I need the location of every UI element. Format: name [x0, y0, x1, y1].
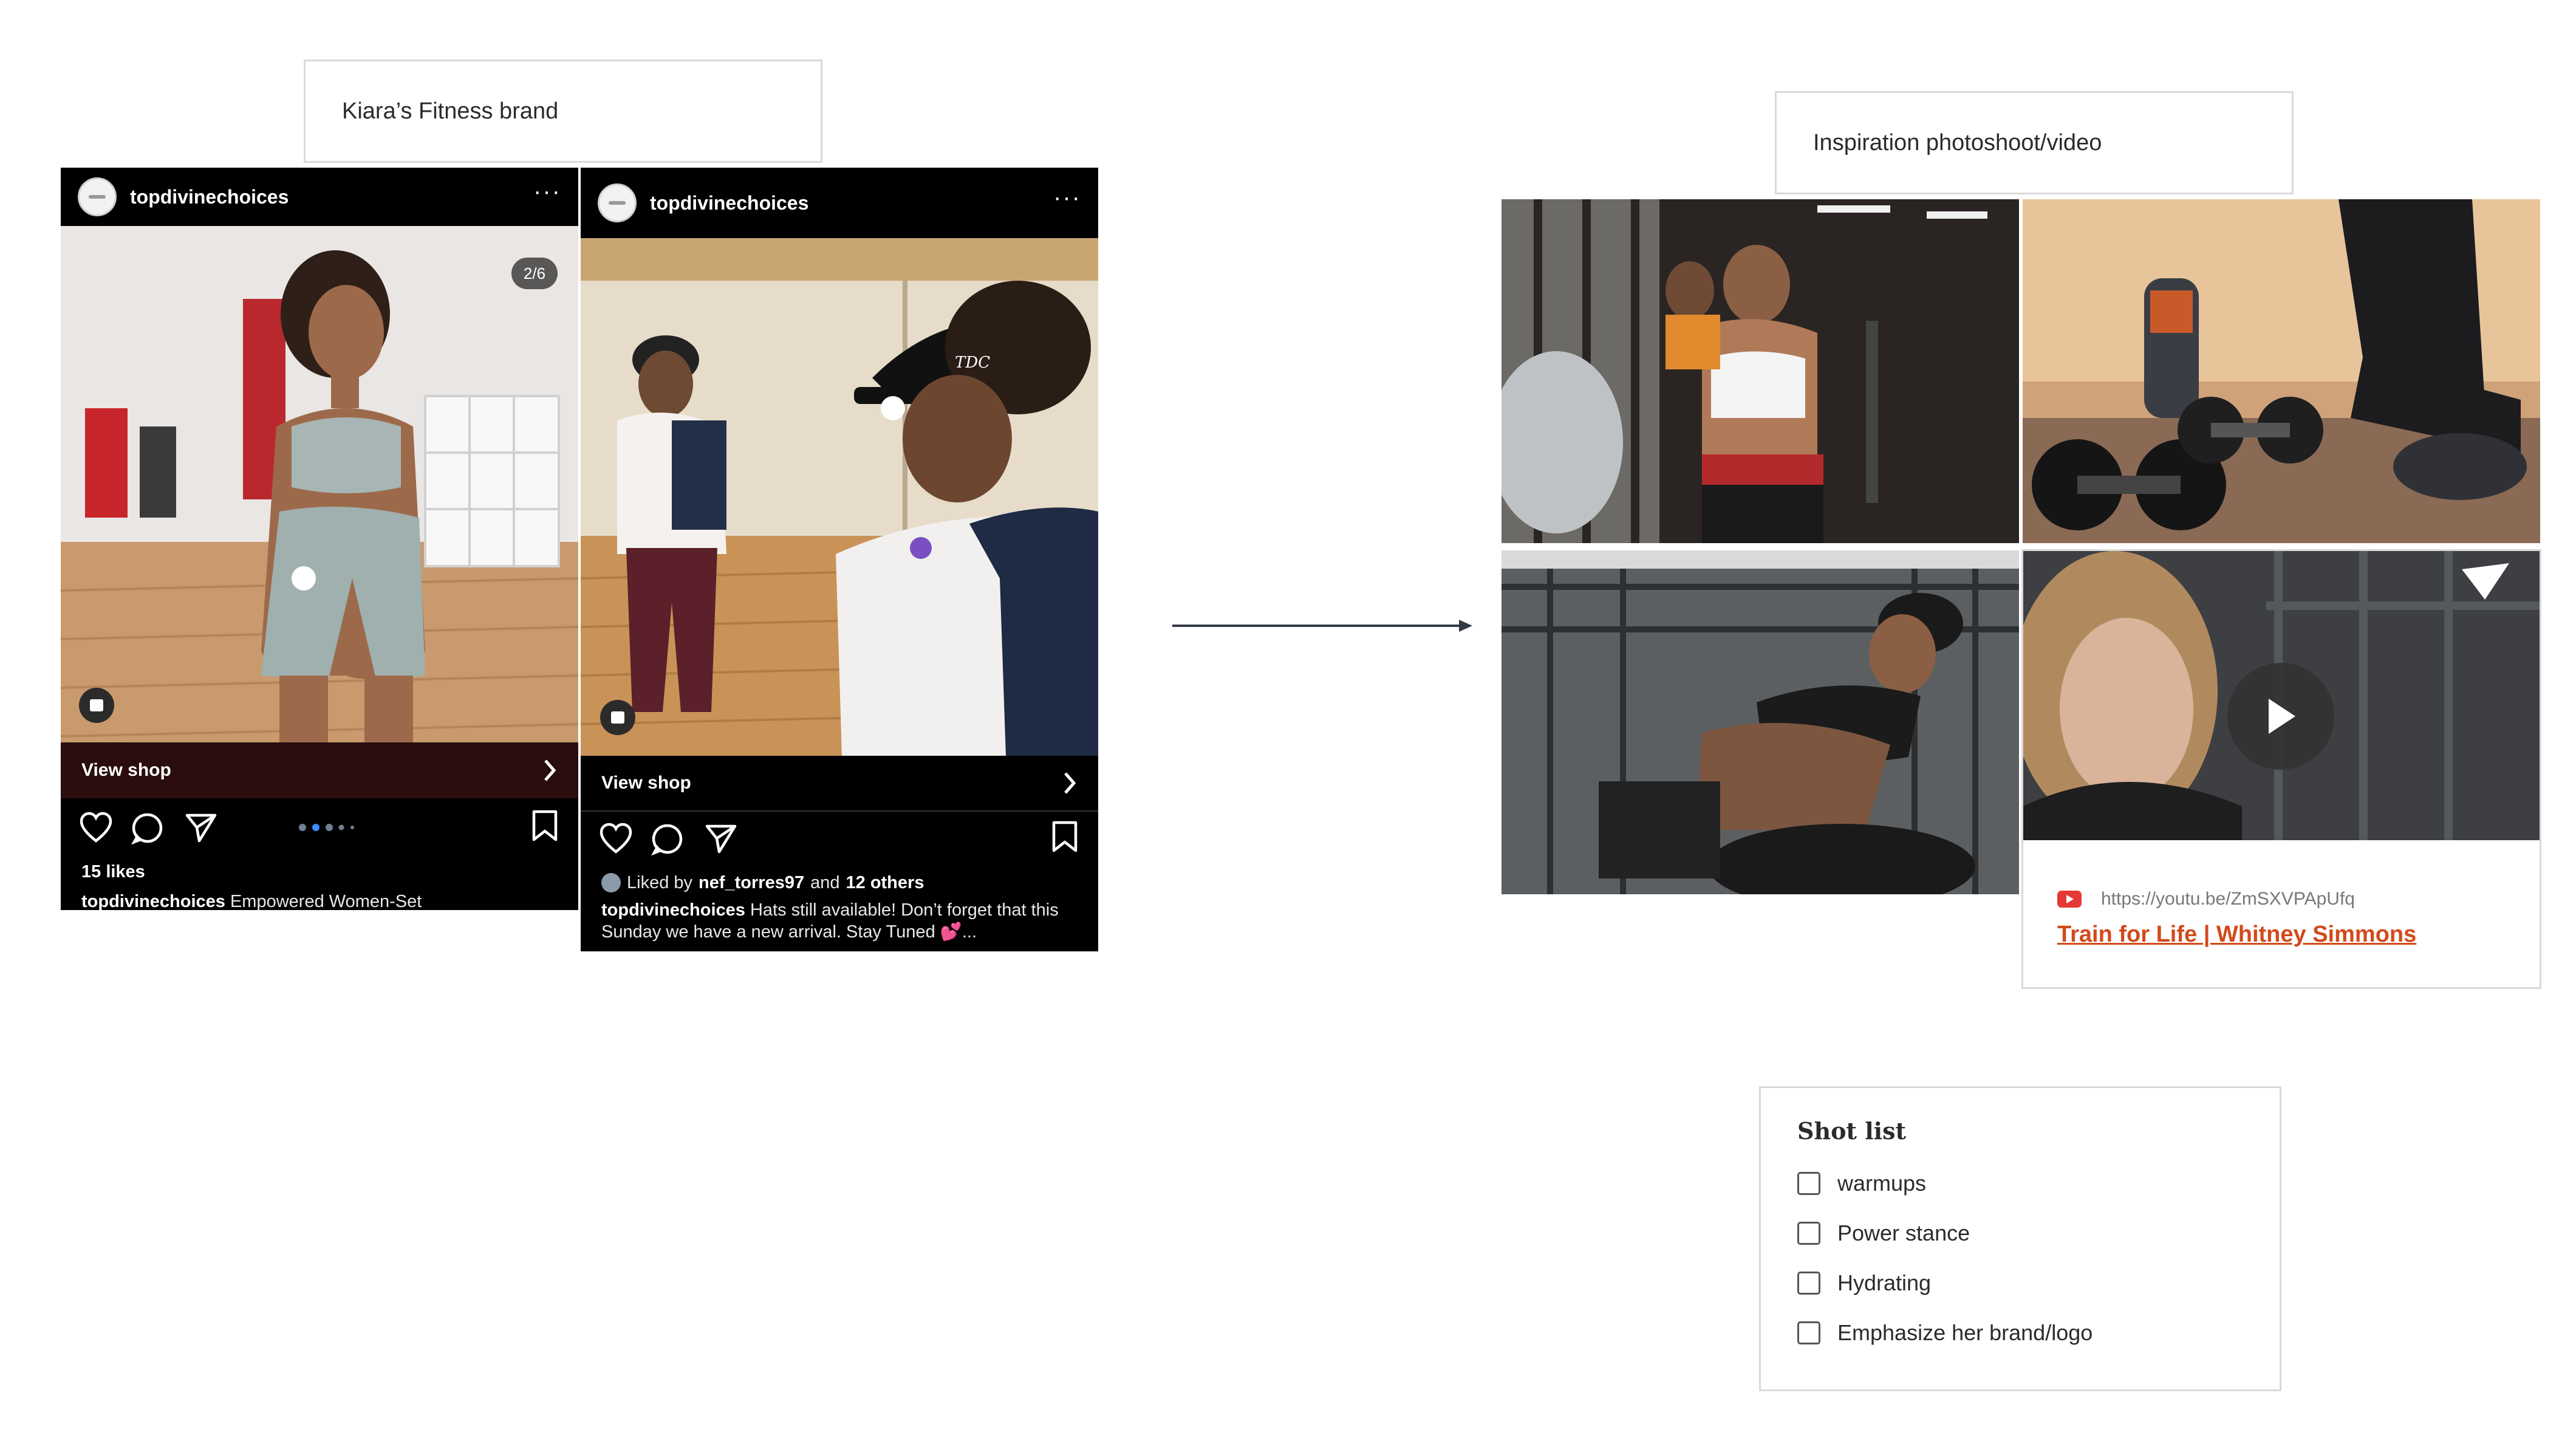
avatar[interactable]	[598, 183, 637, 222]
view-shop-label: View shop	[81, 760, 171, 780]
view-shop-bar[interactable]: View shop	[581, 756, 1098, 812]
video-title-link[interactable]: Train for Life | Whitney Simmons	[2057, 922, 2416, 948]
caption-text: Empowered Women-Set	[230, 892, 422, 910]
inspiration-photo-dumbbells[interactable]	[2023, 199, 2540, 543]
checkbox[interactable]	[1797, 1222, 1820, 1245]
shopping-bag-icon[interactable]	[79, 688, 114, 723]
play-icon	[2269, 699, 2295, 734]
video-url[interactable]: https://youtu.be/ZmSXVPApUfq	[2057, 889, 2355, 909]
treadmill-photo-illustration	[1502, 199, 2019, 543]
inspiration-note[interactable]: Inspiration photoshoot/video	[1775, 91, 2294, 194]
comment-icon[interactable]	[651, 823, 684, 855]
share-icon[interactable]	[185, 812, 217, 843]
bookmark-icon[interactable]	[1051, 820, 1079, 853]
caption-username[interactable]: topdivinechoices	[81, 892, 225, 910]
liked-by-user[interactable]: nef_torres97	[699, 872, 804, 894]
photo-counter-badge: 2/6	[511, 258, 558, 289]
gym-photo-illustration	[61, 226, 578, 742]
checklist-item[interactable]: Hydrating	[1797, 1270, 1931, 1296]
photo-counter: 2/6	[523, 264, 546, 282]
photo-overlay-logo: TDC	[955, 354, 990, 372]
checklist-item[interactable]: Power stance	[1797, 1221, 1970, 1246]
likes-count[interactable]: 15 likes	[81, 861, 560, 883]
checkbox[interactable]	[1797, 1321, 1820, 1344]
liked-by-avatar[interactable]	[601, 873, 621, 892]
dumbbell-photo-illustration	[2023, 199, 2540, 543]
shot-list-title: Shot list	[1797, 1117, 1907, 1145]
inspiration-photo-treadmill[interactable]	[1502, 199, 2019, 543]
checkbox[interactable]	[1797, 1172, 1820, 1195]
comment-icon[interactable]	[131, 812, 164, 844]
more-options-icon[interactable]: ···	[533, 179, 561, 204]
heart-icon[interactable]	[79, 812, 113, 843]
post-actions	[61, 802, 578, 857]
carousel-dots-icon	[299, 824, 354, 831]
mirror-photo-illustration	[581, 238, 1098, 756]
video-thumbnail[interactable]	[2023, 551, 2540, 840]
checklist-item[interactable]: Emphasize her brand/logo	[1797, 1320, 2093, 1346]
inspiration-photo-tire[interactable]	[1502, 550, 2019, 894]
checklist-item[interactable]: warmups	[1797, 1171, 1926, 1196]
product-tag-dot[interactable]	[881, 396, 905, 420]
photo-overlay-text: TDC	[955, 354, 991, 372]
caption-username[interactable]: topdivinechoices	[601, 900, 745, 920]
youtube-embed-card[interactable]: https://youtu.be/ZmSXVPApUfq Train for L…	[2021, 549, 2541, 989]
checkbox[interactable]	[1797, 1272, 1820, 1295]
video-url-text: https://youtu.be/ZmSXVPApUfq	[2101, 889, 2355, 909]
checklist-label: Emphasize her brand/logo	[1837, 1320, 2093, 1345]
post-photo[interactable]: 2/6	[61, 226, 578, 742]
checklist-label: Power stance	[1837, 1221, 1970, 1245]
brand-note-text: Kiara’s Fitness brand	[342, 98, 559, 124]
avatar[interactable]	[78, 177, 117, 216]
bookmark-icon[interactable]	[531, 809, 559, 842]
connector-arrow[interactable]	[1172, 614, 1476, 638]
post-header: topdivinechoices ···	[61, 168, 578, 226]
instagram-post-1[interactable]: topdivinechoices ··· 2/6 View shop 15 li…	[61, 168, 578, 910]
liked-by-line: Liked by nef_torres97 and 12 others	[601, 872, 1080, 894]
shopping-bag-icon[interactable]	[600, 700, 635, 735]
share-icon[interactable]	[705, 823, 737, 854]
play-button[interactable]	[2227, 663, 2334, 770]
username[interactable]: topdivinechoices	[650, 192, 1053, 214]
heart-icon[interactable]	[599, 823, 633, 854]
username[interactable]: topdivinechoices	[130, 186, 533, 208]
brand-note[interactable]: Kiara’s Fitness brand	[304, 60, 822, 163]
post-photo[interactable]: TDC	[581, 238, 1098, 756]
chevron-right-icon	[1064, 772, 1076, 794]
post-header: topdivinechoices ···	[581, 168, 1098, 238]
checklist-label: Hydrating	[1837, 1270, 1932, 1295]
view-shop-bar[interactable]: View shop	[61, 742, 578, 798]
more-options-icon[interactable]: ···	[1053, 185, 1081, 210]
instagram-post-2[interactable]: topdivinechoices ··· TDC View shop Liked…	[581, 168, 1098, 951]
liked-by-and: and	[810, 873, 840, 892]
liked-by-others[interactable]: 12 others	[846, 872, 924, 894]
view-shop-label: View shop	[601, 773, 691, 793]
shot-list-card: Shot list warmups Power stance Hydrating…	[1759, 1086, 2281, 1391]
liked-by-prefix: Liked by	[627, 873, 693, 892]
youtube-logo-icon	[2057, 891, 2082, 908]
tire-workout-photo-illustration	[1502, 550, 2019, 894]
post-caption: topdivinechoices Empowered Women-Set	[81, 891, 560, 910]
chevron-right-icon	[544, 759, 556, 781]
checklist-label: warmups	[1837, 1171, 1927, 1196]
product-tag-dot[interactable]	[292, 566, 316, 591]
post-caption: topdivinechoices Hats still available! D…	[601, 899, 1080, 943]
post-actions	[581, 813, 1098, 868]
inspiration-note-text: Inspiration photoshoot/video	[1813, 129, 2102, 156]
